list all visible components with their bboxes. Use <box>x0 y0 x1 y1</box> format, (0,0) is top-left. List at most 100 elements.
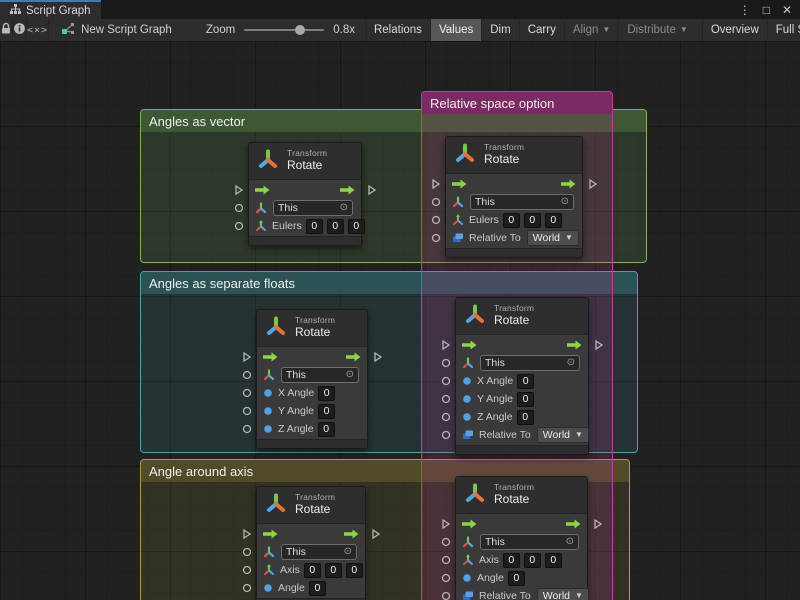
value-input[interactable]: 0 <box>517 410 534 425</box>
object-picker-icon[interactable]: ⊙ <box>566 537 574 547</box>
flow-input-port[interactable] <box>234 184 244 196</box>
value-input-port[interactable] <box>242 388 252 398</box>
value-input-port[interactable] <box>441 394 451 404</box>
window-maximize-icon[interactable]: □ <box>763 4 770 16</box>
node-rotate-axis-angle[interactable]: TransformRotateThis⊙Axis000Angle0 <box>256 486 366 600</box>
target-field[interactable]: This⊙ <box>273 200 353 216</box>
value-input[interactable]: 0 <box>524 213 541 228</box>
value-input-port[interactable] <box>441 555 451 565</box>
value-input[interactable]: 0 <box>309 581 326 596</box>
node-rotate-axis-angle-relative[interactable]: TransformRotateThis⊙Axis000Angle0Relativ… <box>455 476 588 600</box>
value-input-port[interactable] <box>242 565 252 575</box>
flow-output-port[interactable] <box>373 351 383 363</box>
object-picker-icon[interactable]: ⊙ <box>346 370 354 380</box>
new-script-graph-button[interactable]: New Script Graph <box>61 19 172 41</box>
node-rotate-xyz[interactable]: TransformRotateThis⊙X Angle0Y Angle0Z An… <box>256 309 368 449</box>
graph-canvas[interactable]: Angles as vectorAngles as separate float… <box>0 41 800 600</box>
value-input-port[interactable] <box>441 412 451 422</box>
relative-space-dropdown[interactable]: World▼ <box>537 588 589 600</box>
flow-input-port[interactable] <box>242 528 252 540</box>
relative-space-dropdown[interactable]: World▼ <box>537 427 589 443</box>
toolbar-button-distribute[interactable]: Distribute▼ <box>618 19 696 41</box>
toolbar-button-values[interactable]: Values <box>430 19 481 41</box>
value-input[interactable]: 0 <box>318 422 335 437</box>
zoom-slider[interactable] <box>244 29 324 31</box>
toolbar-button-carry[interactable]: Carry <box>519 19 564 41</box>
node-header[interactable]: TransformRotate <box>456 477 587 514</box>
window-close-icon[interactable]: ✕ <box>782 4 792 16</box>
value-input[interactable]: 0 <box>327 219 344 234</box>
target-input-port[interactable] <box>441 537 451 547</box>
value-input[interactable]: 0 <box>318 404 335 419</box>
node-header[interactable]: TransformRotate <box>446 137 582 174</box>
value-input[interactable]: 0 <box>524 553 541 568</box>
value-input-port[interactable] <box>234 221 244 231</box>
lock-button[interactable] <box>0 19 13 41</box>
target-field[interactable]: This⊙ <box>281 544 357 560</box>
code-view-button[interactable]: <×> <box>27 19 49 41</box>
value-input-port[interactable] <box>431 215 441 225</box>
flow-output-port[interactable] <box>367 184 377 196</box>
value-input[interactable]: 0 <box>348 219 365 234</box>
flow-input-port[interactable] <box>441 518 451 530</box>
node-rotate-eulers[interactable]: TransformRotateThis⊙Eulers000 <box>248 142 362 246</box>
relative-space-dropdown[interactable]: World▼ <box>527 230 579 246</box>
toolbar-button-dim[interactable]: Dim <box>481 19 518 41</box>
node-header[interactable]: TransformRotate <box>249 143 361 180</box>
node-rotate-eulers-relative[interactable]: TransformRotateThis⊙Eulers000Relative To… <box>445 136 583 258</box>
toolbar-button-align[interactable]: Align▼ <box>564 19 619 41</box>
zoom-slider-knob[interactable] <box>295 25 305 35</box>
node-rotate-xyz-relative[interactable]: TransformRotateThis⊙X Angle0Y Angle0Z An… <box>455 297 589 455</box>
value-input[interactable]: 0 <box>517 374 534 389</box>
value-input-port[interactable] <box>242 406 252 416</box>
flow-input-port[interactable] <box>441 339 451 351</box>
value-input[interactable]: 0 <box>508 571 525 586</box>
flow-output-port[interactable] <box>588 178 598 190</box>
value-input[interactable]: 0 <box>304 563 321 578</box>
value-input-port[interactable] <box>441 591 451 600</box>
target-input-port[interactable] <box>234 203 244 213</box>
value-input-port[interactable] <box>242 424 252 434</box>
value-input-port[interactable] <box>441 573 451 583</box>
group-header[interactable]: Relative space option <box>422 92 612 114</box>
flow-output-port[interactable] <box>594 339 604 351</box>
value-input[interactable]: 0 <box>306 219 323 234</box>
value-input-port[interactable] <box>431 233 441 243</box>
value-input[interactable]: 0 <box>545 553 562 568</box>
flow-input-port[interactable] <box>242 351 252 363</box>
object-picker-icon[interactable]: ⊙ <box>344 547 352 557</box>
value-input[interactable]: 0 <box>325 563 342 578</box>
value-input-port[interactable] <box>441 430 451 440</box>
target-input-port[interactable] <box>242 370 252 380</box>
flow-input-port[interactable] <box>431 178 441 190</box>
value-input-port[interactable] <box>242 583 252 593</box>
toolbar-button-relations[interactable]: Relations <box>365 19 430 41</box>
target-field[interactable]: This⊙ <box>480 355 580 371</box>
inspect-button[interactable] <box>13 19 27 41</box>
target-input-port[interactable] <box>242 547 252 557</box>
target-field[interactable]: This⊙ <box>470 194 574 210</box>
object-picker-icon[interactable]: ⊙ <box>561 197 569 207</box>
target-input-port[interactable] <box>441 358 451 368</box>
value-input[interactable]: 0 <box>545 213 562 228</box>
node-header[interactable]: TransformRotate <box>456 298 588 335</box>
object-picker-icon[interactable]: ⊙ <box>567 358 575 368</box>
target-field[interactable]: This⊙ <box>480 534 579 550</box>
window-menu-icon[interactable]: ⋮ <box>739 4 751 16</box>
value-input[interactable]: 0 <box>318 386 335 401</box>
object-picker-icon[interactable]: ⊙ <box>340 203 348 213</box>
value-input[interactable]: 0 <box>517 392 534 407</box>
toolbar-button-overview[interactable]: Overview <box>702 19 767 41</box>
value-input-port[interactable] <box>441 376 451 386</box>
flow-output-port[interactable] <box>371 528 381 540</box>
tab-script-graph[interactable]: Script Graph <box>0 0 101 19</box>
flow-output-port[interactable] <box>593 518 603 530</box>
node-header[interactable]: TransformRotate <box>257 310 367 347</box>
value-input[interactable]: 0 <box>503 213 520 228</box>
target-input-port[interactable] <box>431 197 441 207</box>
value-input[interactable]: 0 <box>346 563 363 578</box>
node-header[interactable]: TransformRotate <box>257 487 365 524</box>
target-field[interactable]: This⊙ <box>281 367 359 383</box>
toolbar-button-full-screen[interactable]: Full Screen <box>767 19 800 41</box>
value-input[interactable]: 0 <box>503 553 520 568</box>
